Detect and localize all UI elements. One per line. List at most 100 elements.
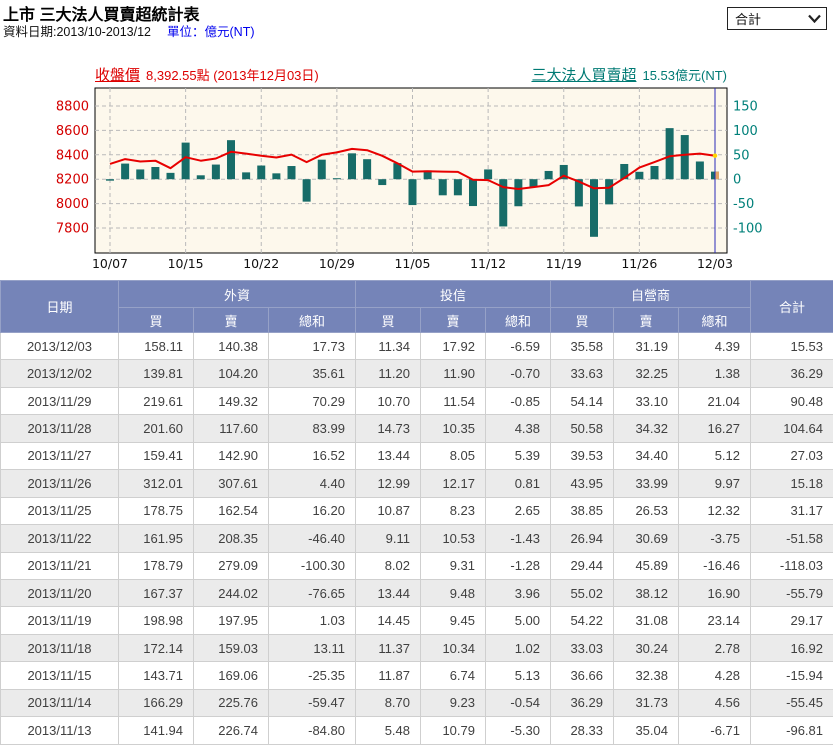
x-axis-tick: 11/05 <box>394 256 430 271</box>
net-buy-bar <box>605 179 613 204</box>
cell-value: 36.29 <box>551 689 614 716</box>
cell-value: 208.35 <box>194 525 269 552</box>
cell-value: 104.64 <box>751 415 833 442</box>
net-buy-bar <box>635 172 643 179</box>
x-axis-tick: 10/22 <box>243 256 279 271</box>
cell-value: 90.48 <box>751 387 833 414</box>
cell-date: 2013/11/21 <box>1 552 119 579</box>
x-axis-tick: 10/29 <box>319 256 355 271</box>
cell-value: 31.08 <box>614 607 679 634</box>
cell-value: 29.44 <box>551 552 614 579</box>
table-row: 2013/12/03158.11140.3817.7311.3417.92-6.… <box>1 333 833 360</box>
category-select-value: 合計 <box>735 9 761 28</box>
col-subheader-2-2: 總和 <box>679 308 751 333</box>
cell-value: 17.73 <box>269 333 356 360</box>
cell-value: -96.81 <box>751 717 833 744</box>
cell-value: 162.54 <box>194 497 269 524</box>
table-row: 2013/12/02139.81104.2035.6111.2011.90-0.… <box>1 360 833 387</box>
cell-value: 226.74 <box>194 717 269 744</box>
cell-value: 4.40 <box>269 470 356 497</box>
cell-value: 36.29 <box>751 360 833 387</box>
cell-value: -25.35 <box>269 662 356 689</box>
cell-value: -6.71 <box>679 717 751 744</box>
category-select[interactable]: 合計 <box>727 7 827 30</box>
cell-value: 35.04 <box>614 717 679 744</box>
net-buy-bar <box>545 171 553 179</box>
net-buy-bar <box>454 179 462 195</box>
left-axis-tick: 7800 <box>56 222 89 237</box>
col-subheader-0-2: 總和 <box>269 308 356 333</box>
cell-value: 11.34 <box>356 333 421 360</box>
cell-date: 2013/12/03 <box>1 333 119 360</box>
table-row: 2013/11/19198.98197.951.0314.459.455.005… <box>1 607 833 634</box>
cell-value: -0.85 <box>486 387 551 414</box>
table-row: 2013/11/28201.60117.6083.9914.7310.354.3… <box>1 415 833 442</box>
net-buy-bar <box>227 140 235 179</box>
net-buy-bar <box>409 179 417 205</box>
cell-value: 15.18 <box>751 470 833 497</box>
cell-value: 27.03 <box>751 442 833 469</box>
cell-value: 31.19 <box>614 333 679 360</box>
cell-value: 11.54 <box>421 387 486 414</box>
net-buy-bar <box>666 128 674 179</box>
cell-value: 201.60 <box>119 415 194 442</box>
cell-value: 16.92 <box>751 634 833 661</box>
cell-value: 13.44 <box>356 442 421 469</box>
cell-date: 2013/11/28 <box>1 415 119 442</box>
cell-value: -6.59 <box>486 333 551 360</box>
institutional-table: 日期外資投信自營商合計買賣總和買賣總和買賣總和 2013/12/03158.11… <box>0 280 833 745</box>
cell-value: -55.45 <box>751 689 833 716</box>
col-group-2: 自營商 <box>551 281 751 308</box>
cell-value: -3.75 <box>679 525 751 552</box>
cell-value: 9.23 <box>421 689 486 716</box>
table-header: 日期外資投信自營商合計買賣總和買賣總和買賣總和 <box>1 281 833 333</box>
cell-date: 2013/11/22 <box>1 525 119 552</box>
cell-value: 13.11 <box>269 634 356 661</box>
cell-value: 219.61 <box>119 387 194 414</box>
cell-value: 33.63 <box>551 360 614 387</box>
page: 上市 三大法人買賣超統計表 資料日期:2013/10-2013/12單位：億元(… <box>0 0 833 712</box>
cell-value: 34.32 <box>614 415 679 442</box>
cell-value: 11.90 <box>421 360 486 387</box>
cell-value: 312.01 <box>119 470 194 497</box>
cell-value: 54.22 <box>551 607 614 634</box>
date-range-text: 資料日期:2013/10-2013/12 <box>3 25 151 39</box>
cell-value: 307.61 <box>194 470 269 497</box>
right-axis-tick: 100 <box>733 124 758 139</box>
cell-value: 30.69 <box>614 525 679 552</box>
cell-value: 5.48 <box>356 717 421 744</box>
x-axis-tick: 11/19 <box>546 256 582 271</box>
cursor-highlight-bar <box>716 172 720 180</box>
cell-value: 35.58 <box>551 333 614 360</box>
cell-value: 159.41 <box>119 442 194 469</box>
left-axis-tick: 8400 <box>56 148 89 163</box>
cell-value: 117.60 <box>194 415 269 442</box>
cell-value: 34.40 <box>614 442 679 469</box>
cell-value: -16.46 <box>679 552 751 579</box>
cell-value: 13.44 <box>356 579 421 606</box>
cell-value: 8.23 <box>421 497 486 524</box>
cell-value: 1.38 <box>679 360 751 387</box>
cell-value: 26.94 <box>551 525 614 552</box>
net-buy-bar <box>288 166 296 179</box>
cell-value: 1.02 <box>486 634 551 661</box>
table-row: 2013/11/27159.41142.9016.5213.448.055.39… <box>1 442 833 469</box>
table-row: 2013/11/15143.71169.06-25.3511.876.745.1… <box>1 662 833 689</box>
cell-value: 279.09 <box>194 552 269 579</box>
cell-value: -0.70 <box>486 360 551 387</box>
table-body: 2013/12/03158.11140.3817.7311.3417.92-6.… <box>1 333 833 745</box>
col-subheader-1-2: 總和 <box>486 308 551 333</box>
cell-value: 143.71 <box>119 662 194 689</box>
cell-date: 2013/11/13 <box>1 717 119 744</box>
cell-value: 167.37 <box>119 579 194 606</box>
cell-value: 4.56 <box>679 689 751 716</box>
net-buy-bar <box>151 167 159 179</box>
cell-value: -55.79 <box>751 579 833 606</box>
net-buy-bar <box>242 172 250 179</box>
cell-value: 39.53 <box>551 442 614 469</box>
net-buy-bar <box>257 166 265 180</box>
cell-value: 50.58 <box>551 415 614 442</box>
net-buy-bar <box>136 169 144 179</box>
cell-value: 11.37 <box>356 634 421 661</box>
cell-value: 54.14 <box>551 387 614 414</box>
